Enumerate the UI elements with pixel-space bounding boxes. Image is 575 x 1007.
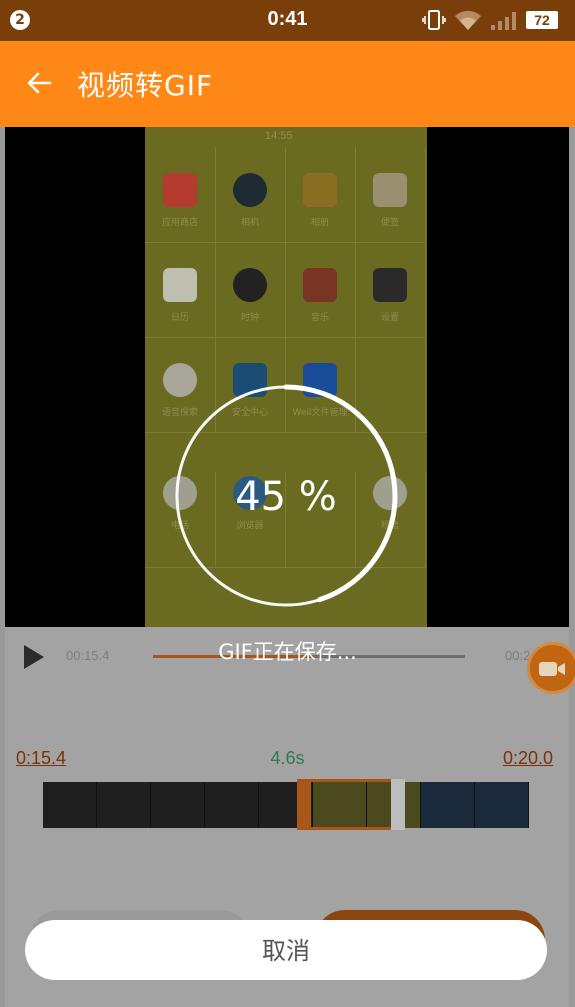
filmstrip-frame: [421, 782, 475, 828]
frame-app-icon: [303, 173, 337, 207]
frame-app-cell: 应用商店: [145, 147, 216, 243]
filmstrip-frame: [43, 782, 97, 828]
frame-app-cell: 日历: [145, 242, 216, 338]
cancel-button[interactable]: 取消: [25, 920, 547, 980]
range-end-time[interactable]: 0:20.0: [503, 748, 553, 769]
filmstrip-frame: [97, 782, 151, 828]
range-handle-right[interactable]: [391, 779, 405, 830]
frame-app-icon: [233, 268, 267, 302]
frame-app-cell: 设置: [355, 242, 426, 338]
range-handle-left[interactable]: [297, 779, 311, 830]
frame-clock: 14:55: [265, 130, 293, 142]
frame-app-icon: [233, 173, 267, 207]
frame-status-bar: 14:55: [145, 127, 427, 145]
frame-app-cell: 时钟: [215, 242, 286, 338]
video-filmstrip[interactable]: [43, 782, 529, 828]
frame-app-label: 相机: [240, 218, 259, 228]
filmstrip-frame: [151, 782, 205, 828]
frame-app-label: 相册: [310, 218, 329, 228]
filmstrip-frame: [205, 782, 259, 828]
frame-app-label: 日历: [170, 313, 189, 323]
frame-app-cell: 便签: [355, 147, 426, 243]
range-duration: 4.6s: [270, 748, 305, 768]
status-bar: 2 0:41 72: [0, 0, 575, 41]
frame-app-label: 音乐: [310, 313, 329, 323]
frame-app-icon: [373, 268, 407, 302]
frame-app-cell: 相机: [215, 147, 286, 243]
progress-percent: 45 %: [235, 474, 337, 520]
signal-icon: [491, 12, 516, 30]
frame-app-icon: [373, 173, 407, 207]
saving-message: GIF正在保存...: [218, 640, 357, 664]
battery-indicator: 72: [526, 11, 558, 29]
frame-app-label: 时钟: [240, 313, 259, 323]
frame-app-cell: 音乐: [285, 242, 356, 338]
vibrate-icon: [422, 10, 446, 30]
frame-app-label: 设置: [380, 313, 399, 323]
frame-app-icon: [303, 268, 337, 302]
page-title: 视频转GIF: [77, 69, 214, 102]
frame-app-icon: [163, 173, 197, 207]
filmstrip-frame: [475, 782, 529, 828]
frame-app-icon: [163, 268, 197, 302]
range-selection[interactable]: [297, 779, 405, 830]
frame-app-label: 应用商店: [161, 218, 198, 228]
wifi-icon: [455, 10, 481, 30]
status-clock: 0:41: [267, 8, 308, 30]
frame-app-cell: 相册: [285, 147, 356, 243]
frame-app-label: 便签: [380, 218, 399, 228]
arrow-left-icon[interactable]: [24, 68, 54, 98]
